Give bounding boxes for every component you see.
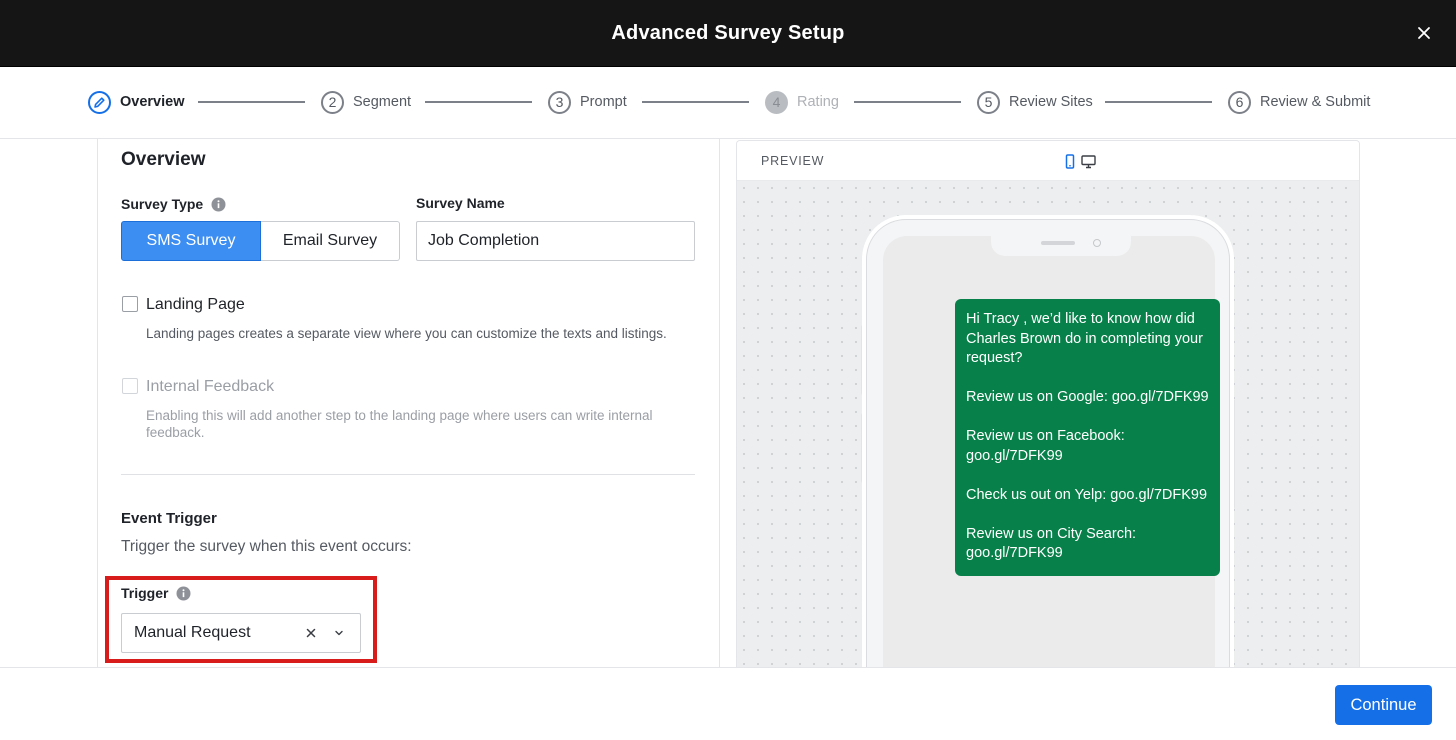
progress-stepper: Overview 2 Segment 3 Prompt 4 Rating 5 R… (0, 67, 1456, 139)
mobile-view-button[interactable] (1062, 153, 1078, 169)
internal-feedback-description: Enabling this will add another step to t… (146, 408, 653, 440)
chevron-down-icon[interactable] (332, 626, 346, 640)
event-trigger-description: Trigger the survey when this event occur… (121, 538, 412, 555)
sms-message-bubble: Hi Tracy , we’d like to know how did Cha… (955, 299, 1220, 576)
survey-type-label: Survey Type (121, 196, 226, 212)
phone-camera (1093, 239, 1101, 247)
step-connector (1105, 101, 1212, 103)
email-survey-button[interactable]: Email Survey (261, 221, 400, 261)
device-toggle (1062, 153, 1096, 169)
landing-page-checkbox[interactable] (122, 296, 138, 312)
survey-name-input[interactable] (416, 221, 695, 261)
continue-button[interactable]: Continue (1335, 685, 1432, 725)
phone-side-button (861, 413, 865, 483)
modal-header: Advanced Survey Setup (0, 0, 1456, 67)
phone-side-button (1231, 399, 1235, 509)
close-icon (1418, 27, 1430, 39)
step-label: Overview (120, 94, 185, 110)
survey-type-toggle: SMS Survey Email Survey (121, 221, 400, 261)
info-icon[interactable] (211, 197, 226, 212)
step-connector (198, 101, 305, 103)
message-paragraph: Hi Tracy , we’d like to know how did Cha… (966, 311, 1203, 366)
preview-label: PREVIEW (761, 154, 825, 168)
step-rating: 4 Rating (765, 90, 839, 114)
step-number: 5 (977, 90, 1000, 114)
step-number: 4 (765, 90, 788, 114)
trigger-label-text: Trigger (121, 585, 169, 601)
step-connector (854, 101, 961, 103)
desktop-view-button[interactable] (1080, 153, 1096, 169)
phone-speaker (1041, 241, 1075, 245)
phone-notch (991, 236, 1131, 256)
step-overview[interactable]: Overview (88, 90, 185, 114)
desktop-icon (1080, 154, 1096, 168)
step-review-sites[interactable]: 5 Review Sites (977, 90, 1093, 114)
mobile-icon (1065, 153, 1075, 169)
clear-icon[interactable] (304, 626, 318, 640)
step-connector (425, 101, 532, 103)
message-paragraph: Review us on City Search: goo.gl/7DFK99 (966, 525, 1137, 562)
step-label: Review Sites (1009, 94, 1093, 110)
overview-form: Overview Survey Type SMS Survey Email Su… (97, 139, 720, 667)
message-paragraph: Review us on Facebook: goo.gl/7DFK99 (966, 428, 1125, 464)
step-review-submit[interactable]: 6 Review & Submit (1228, 90, 1370, 114)
message-paragraph: Check us out on Yelp: goo.gl/7DFK99 (966, 486, 1208, 503)
preview-canvas: Hi Tracy , we’d like to know how did Cha… (737, 181, 1359, 668)
step-segment[interactable]: 2 Segment (321, 90, 411, 114)
trigger-label: Trigger (121, 585, 191, 601)
step-label: Rating (797, 94, 839, 110)
step-label: Prompt (580, 94, 627, 110)
message-paragraph: Review us on Google: goo.gl/7DFK99 (966, 389, 1209, 405)
section-title: Overview (121, 149, 206, 170)
internal-feedback-label: Internal Feedback (146, 378, 275, 395)
step-number: 3 (548, 90, 571, 114)
trigger-select[interactable]: Manual Request (121, 613, 361, 653)
preview-panel: PREVIEW Hi Tracy , we’d like to know how… (736, 140, 1360, 668)
step-number: 2 (321, 90, 344, 114)
phone-screen: Hi Tracy , we’d like to know how did Cha… (883, 236, 1220, 668)
preview-header: PREVIEW (737, 141, 1359, 181)
divider (121, 474, 695, 475)
modal-title: Advanced Survey Setup (611, 22, 845, 44)
phone-mockup: Hi Tracy , we’d like to know how did Cha… (866, 219, 1230, 668)
internal-feedback-checkbox[interactable] (122, 378, 138, 394)
trigger-select-value: Manual Request (134, 624, 251, 641)
pencil-icon (88, 90, 111, 114)
step-label: Segment (353, 94, 412, 110)
phone-side-button (861, 325, 865, 395)
step-connector (642, 101, 749, 103)
survey-name-label: Survey Name (416, 195, 505, 211)
landing-page-label: Landing Page (146, 296, 245, 313)
modal-footer: Continue (0, 667, 1456, 740)
landing-page-description: Landing pages creates a separate view wh… (146, 326, 667, 341)
step-prompt[interactable]: 3 Prompt (548, 90, 627, 114)
event-trigger-title: Event Trigger (121, 510, 217, 527)
close-button[interactable] (1414, 23, 1434, 43)
step-number: 6 (1228, 90, 1251, 114)
sms-survey-button[interactable]: SMS Survey (121, 221, 261, 261)
step-label: Review & Submit (1260, 94, 1371, 110)
info-icon[interactable] (176, 586, 191, 601)
survey-type-label-text: Survey Type (121, 196, 204, 212)
